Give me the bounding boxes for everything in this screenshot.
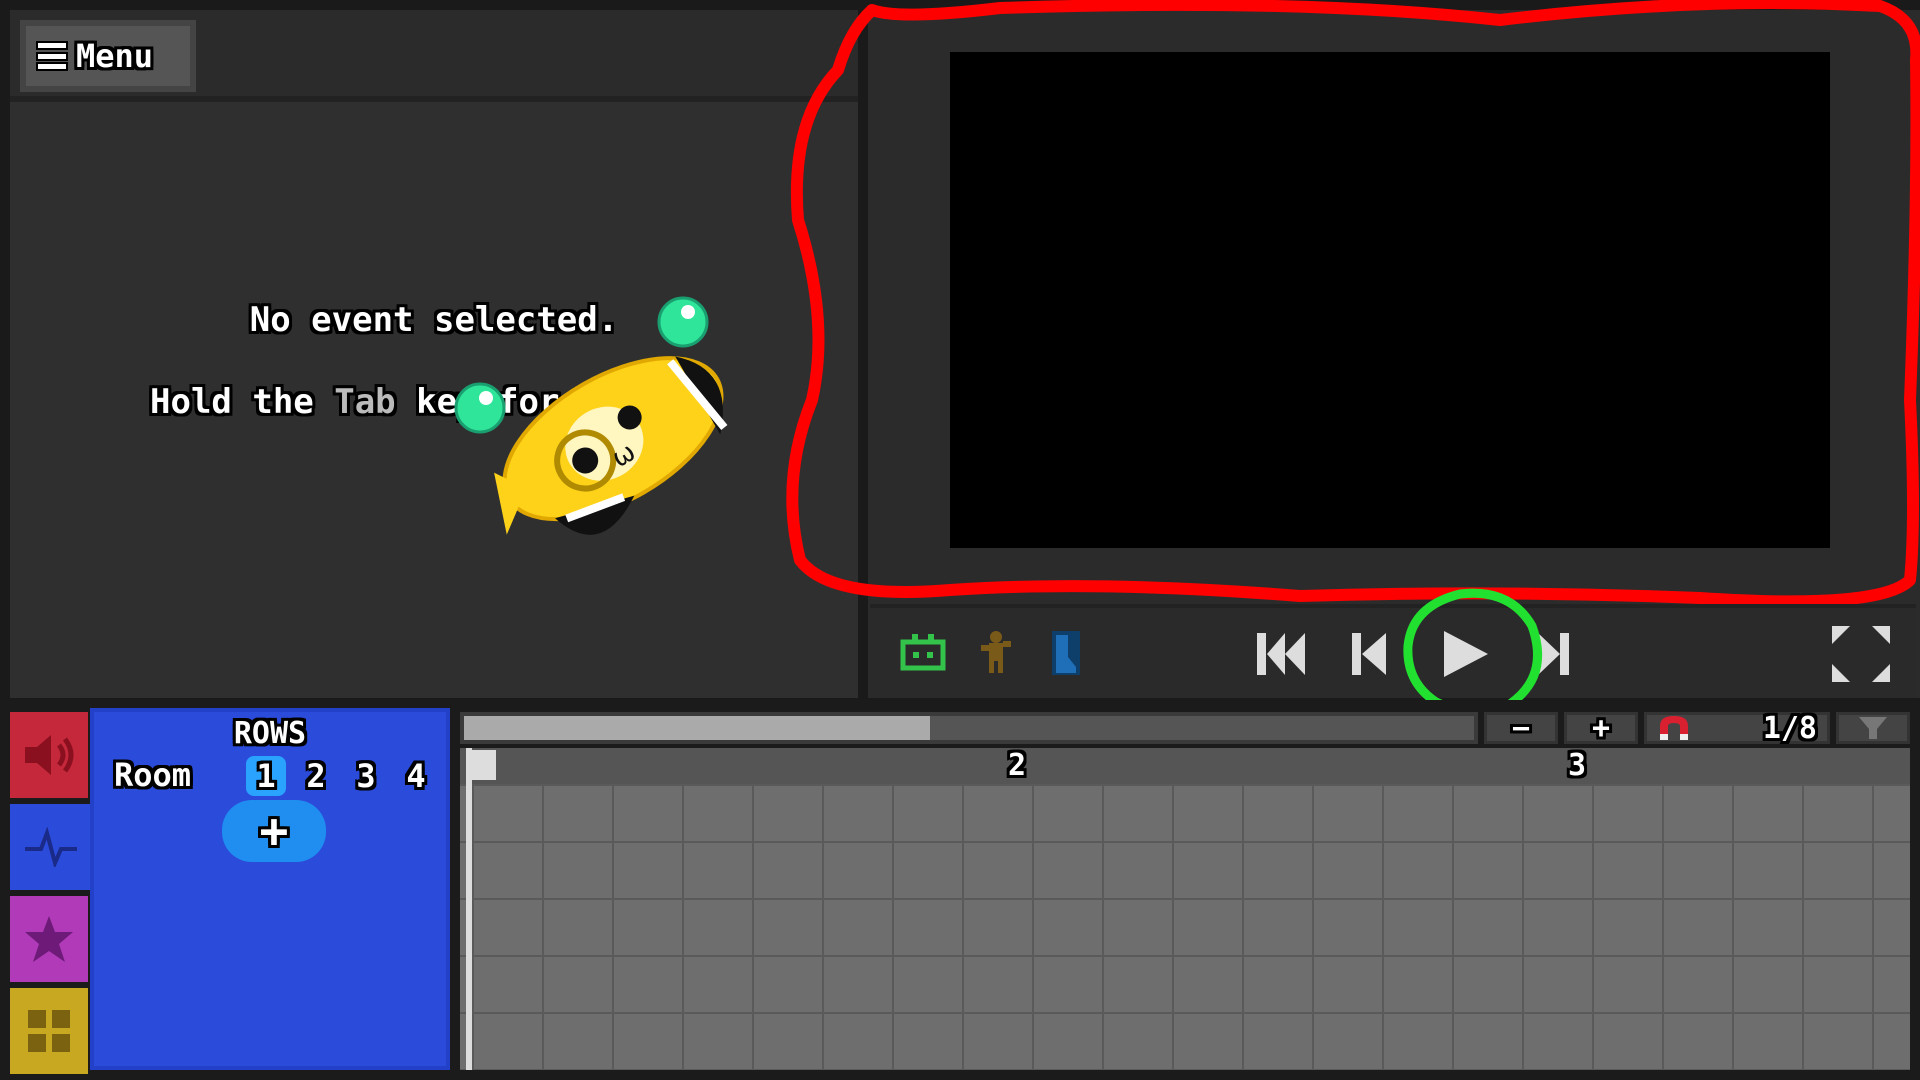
scroll-thumb[interactable] (464, 716, 930, 740)
grid-icon (28, 1010, 70, 1052)
rows-title: ROWS (233, 716, 307, 751)
playhead[interactable] (466, 748, 496, 1070)
room-label: Room (114, 756, 192, 794)
hint-prefix: Hold the (150, 382, 335, 422)
inspector-header: Menu (10, 10, 858, 102)
room-4-button[interactable]: 4 (396, 756, 436, 796)
grid-cells[interactable] (460, 784, 1910, 1070)
tab-actions[interactable] (10, 896, 88, 982)
star-icon (25, 916, 73, 962)
playhead-handle[interactable] (466, 750, 496, 780)
step-back-button[interactable] (1348, 630, 1392, 678)
room-3-button[interactable]: 3 (346, 756, 386, 796)
play-button[interactable] (1438, 628, 1494, 680)
pulse-icon (25, 827, 77, 867)
add-row-button[interactable]: + (222, 800, 326, 862)
transport-bar (870, 604, 1916, 698)
background-icon[interactable] (1046, 626, 1086, 678)
tab-rooms[interactable] (10, 988, 88, 1074)
magnet-icon (1660, 716, 1688, 740)
filter-icon (1859, 717, 1887, 739)
timeline-ruler[interactable]: 2 3 (460, 748, 1910, 784)
plus-icon: + (259, 803, 289, 859)
ruler-bar-3: 3 (1568, 748, 1587, 783)
room-2-button[interactable]: 2 (296, 756, 336, 796)
filter-button[interactable] (1836, 712, 1910, 744)
timeline-section: ROWS Room 1 2 3 4 + − + 1/8 2 3 (0, 700, 1920, 1080)
skip-to-start-button[interactable] (1254, 630, 1310, 678)
fullscreen-icon[interactable] (1828, 622, 1894, 686)
mascot-illustration: ω (454, 296, 728, 535)
character-icon[interactable] (976, 628, 1016, 676)
step-forward-button[interactable] (1534, 630, 1574, 678)
tab-key-label: Tab (334, 382, 396, 422)
snap-control[interactable]: 1/8 (1644, 710, 1830, 746)
menu-label: Menu (76, 37, 154, 75)
tab-sound[interactable] (10, 712, 88, 798)
room-1-button[interactable]: 1 (246, 756, 286, 796)
rows-panel: ROWS Room 1 2 3 4 + (90, 708, 450, 1070)
preview-screen[interactable] (950, 52, 1830, 548)
speaker-icon (25, 735, 74, 775)
snap-label: 1/8 (1762, 710, 1817, 746)
zoom-out-button[interactable]: − (1484, 710, 1558, 746)
timeline-scrollbar[interactable] (460, 712, 1478, 744)
minus-icon: − (1511, 710, 1531, 746)
menu-button[interactable]: Menu (20, 20, 196, 92)
zoom-in-button[interactable]: + (1564, 710, 1638, 746)
plus-zoom-icon: + (1591, 710, 1611, 746)
robot-icon[interactable] (898, 630, 948, 674)
tab-rows[interactable] (10, 804, 92, 890)
ruler-bar-2: 2 (1008, 748, 1027, 783)
timeline-grid[interactable]: 2 3 (460, 748, 1910, 1070)
hamburger-icon (38, 43, 66, 69)
